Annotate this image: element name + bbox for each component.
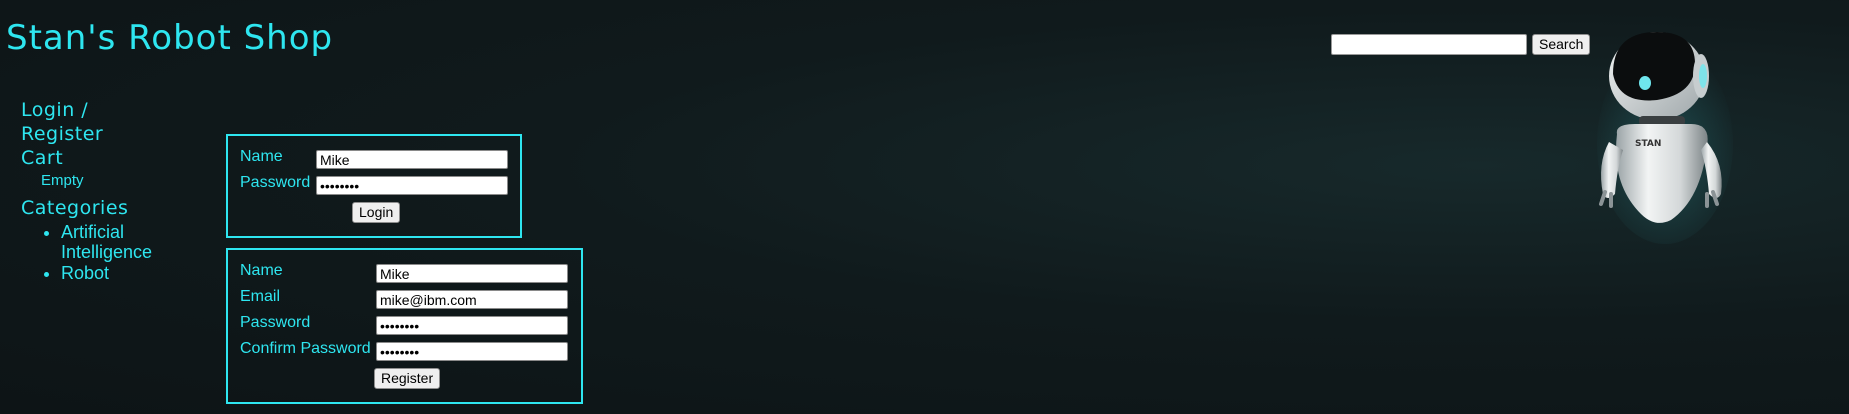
category-link-robot[interactable]: Robot (61, 263, 109, 283)
sidebar-nav: Login / Register Cart Empty Categories A… (21, 98, 181, 284)
register-password-input[interactable] (376, 316, 568, 335)
login-password-label: Password (240, 174, 311, 191)
category-item: Robot (61, 263, 181, 283)
register-email-label: Email (240, 288, 281, 305)
register-confirm-password-label: Confirm Password (240, 340, 371, 357)
site-title: Stan's Robot Shop (6, 18, 334, 58)
search-button[interactable]: Search (1532, 34, 1591, 55)
register-name-input[interactable] (376, 264, 568, 283)
register-confirm-password-input[interactable] (376, 342, 568, 361)
category-label: Artificial (61, 222, 125, 242)
category-link-artificial-intelligence[interactable]: Artificial Intelligence (61, 222, 152, 262)
login-form: Name Password Login (226, 134, 522, 238)
register-password-label: Password (240, 314, 311, 331)
register-label: Register (21, 123, 104, 145)
register-email-input[interactable] (376, 290, 568, 309)
cart-status: Empty (41, 172, 84, 189)
category-label: Intelligence (61, 242, 153, 262)
login-label: Login / (21, 99, 89, 121)
login-register-link[interactable]: Login / Register (21, 98, 181, 146)
categories-heading: Categories (21, 197, 129, 219)
category-list: Artificial Intelligence Robot (21, 222, 181, 283)
search-form: Search (1331, 34, 1591, 55)
search-input[interactable] (1331, 34, 1527, 55)
login-name-label: Name (240, 148, 283, 165)
svg-text:STAN: STAN (1635, 139, 1661, 149)
cart-link[interactable]: Cart (21, 146, 181, 170)
login-name-input[interactable] (316, 150, 508, 169)
login-password-input[interactable] (316, 176, 508, 195)
register-button[interactable]: Register (374, 368, 441, 389)
register-form: Name Email Password Confirm Password Reg… (226, 248, 583, 404)
register-name-label: Name (240, 262, 283, 279)
stan-robot-mascot: STAN (1597, 32, 1733, 244)
category-item: Artificial Intelligence (61, 222, 181, 262)
login-button[interactable]: Login (352, 202, 401, 223)
